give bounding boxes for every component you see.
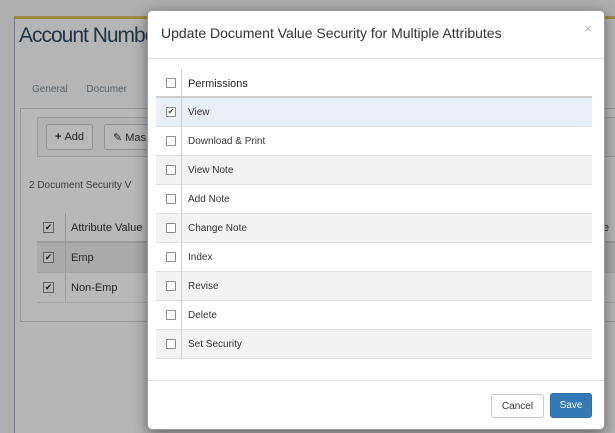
permission-checkbox[interactable] [166, 310, 176, 320]
permission-label: Delete [188, 310, 217, 321]
permission-checkbox[interactable] [166, 281, 176, 291]
permission-label: Revise [188, 281, 219, 292]
permission-row-index[interactable]: Index [156, 243, 592, 272]
modal-footer: Cancel Save [148, 380, 604, 429]
save-button[interactable]: Save [550, 393, 592, 418]
permission-label: Index [188, 252, 213, 263]
permission-label: Set Security [188, 339, 242, 350]
close-icon[interactable]: × [584, 21, 592, 36]
permission-checkbox[interactable] [166, 136, 176, 146]
permission-checkbox[interactable]: ✔ [166, 107, 176, 117]
modal-header: Update Document Value Security for Multi… [148, 11, 604, 59]
permission-checkbox[interactable] [166, 165, 176, 175]
permission-checkbox[interactable] [166, 339, 176, 349]
permission-row-add-note[interactable]: Add Note [156, 185, 592, 214]
permission-row-view[interactable]: ✔ View [156, 98, 592, 127]
permissions-header-row: Permissions [156, 69, 592, 98]
select-all-checkbox[interactable] [166, 78, 176, 88]
permission-checkbox[interactable] [166, 252, 176, 262]
permission-row-set-security[interactable]: Set Security [156, 330, 592, 359]
permission-label: Download & Print [188, 136, 266, 147]
permission-row-view-note[interactable]: View Note [156, 156, 592, 185]
permissions-header: Permissions [188, 78, 248, 90]
permission-checkbox[interactable] [166, 223, 176, 233]
permission-label: View [188, 107, 210, 118]
permission-row-delete[interactable]: Delete [156, 301, 592, 330]
permission-row-change-note[interactable]: Change Note [156, 214, 592, 243]
permission-row-revise[interactable]: Revise [156, 272, 592, 301]
cancel-button[interactable]: Cancel [491, 394, 544, 418]
permission-label: Add Note [188, 194, 230, 205]
permission-label: View Note [188, 165, 234, 176]
permission-row-download-print[interactable]: Download & Print [156, 127, 592, 156]
permissions-table: Permissions ✔ View Download & Print View… [156, 69, 592, 359]
permission-label: Change Note [188, 223, 247, 234]
modal-title: Update Document Value Security for Multi… [161, 25, 502, 41]
permission-checkbox[interactable] [166, 194, 176, 204]
permissions-modal: Update Document Value Security for Multi… [147, 10, 605, 430]
